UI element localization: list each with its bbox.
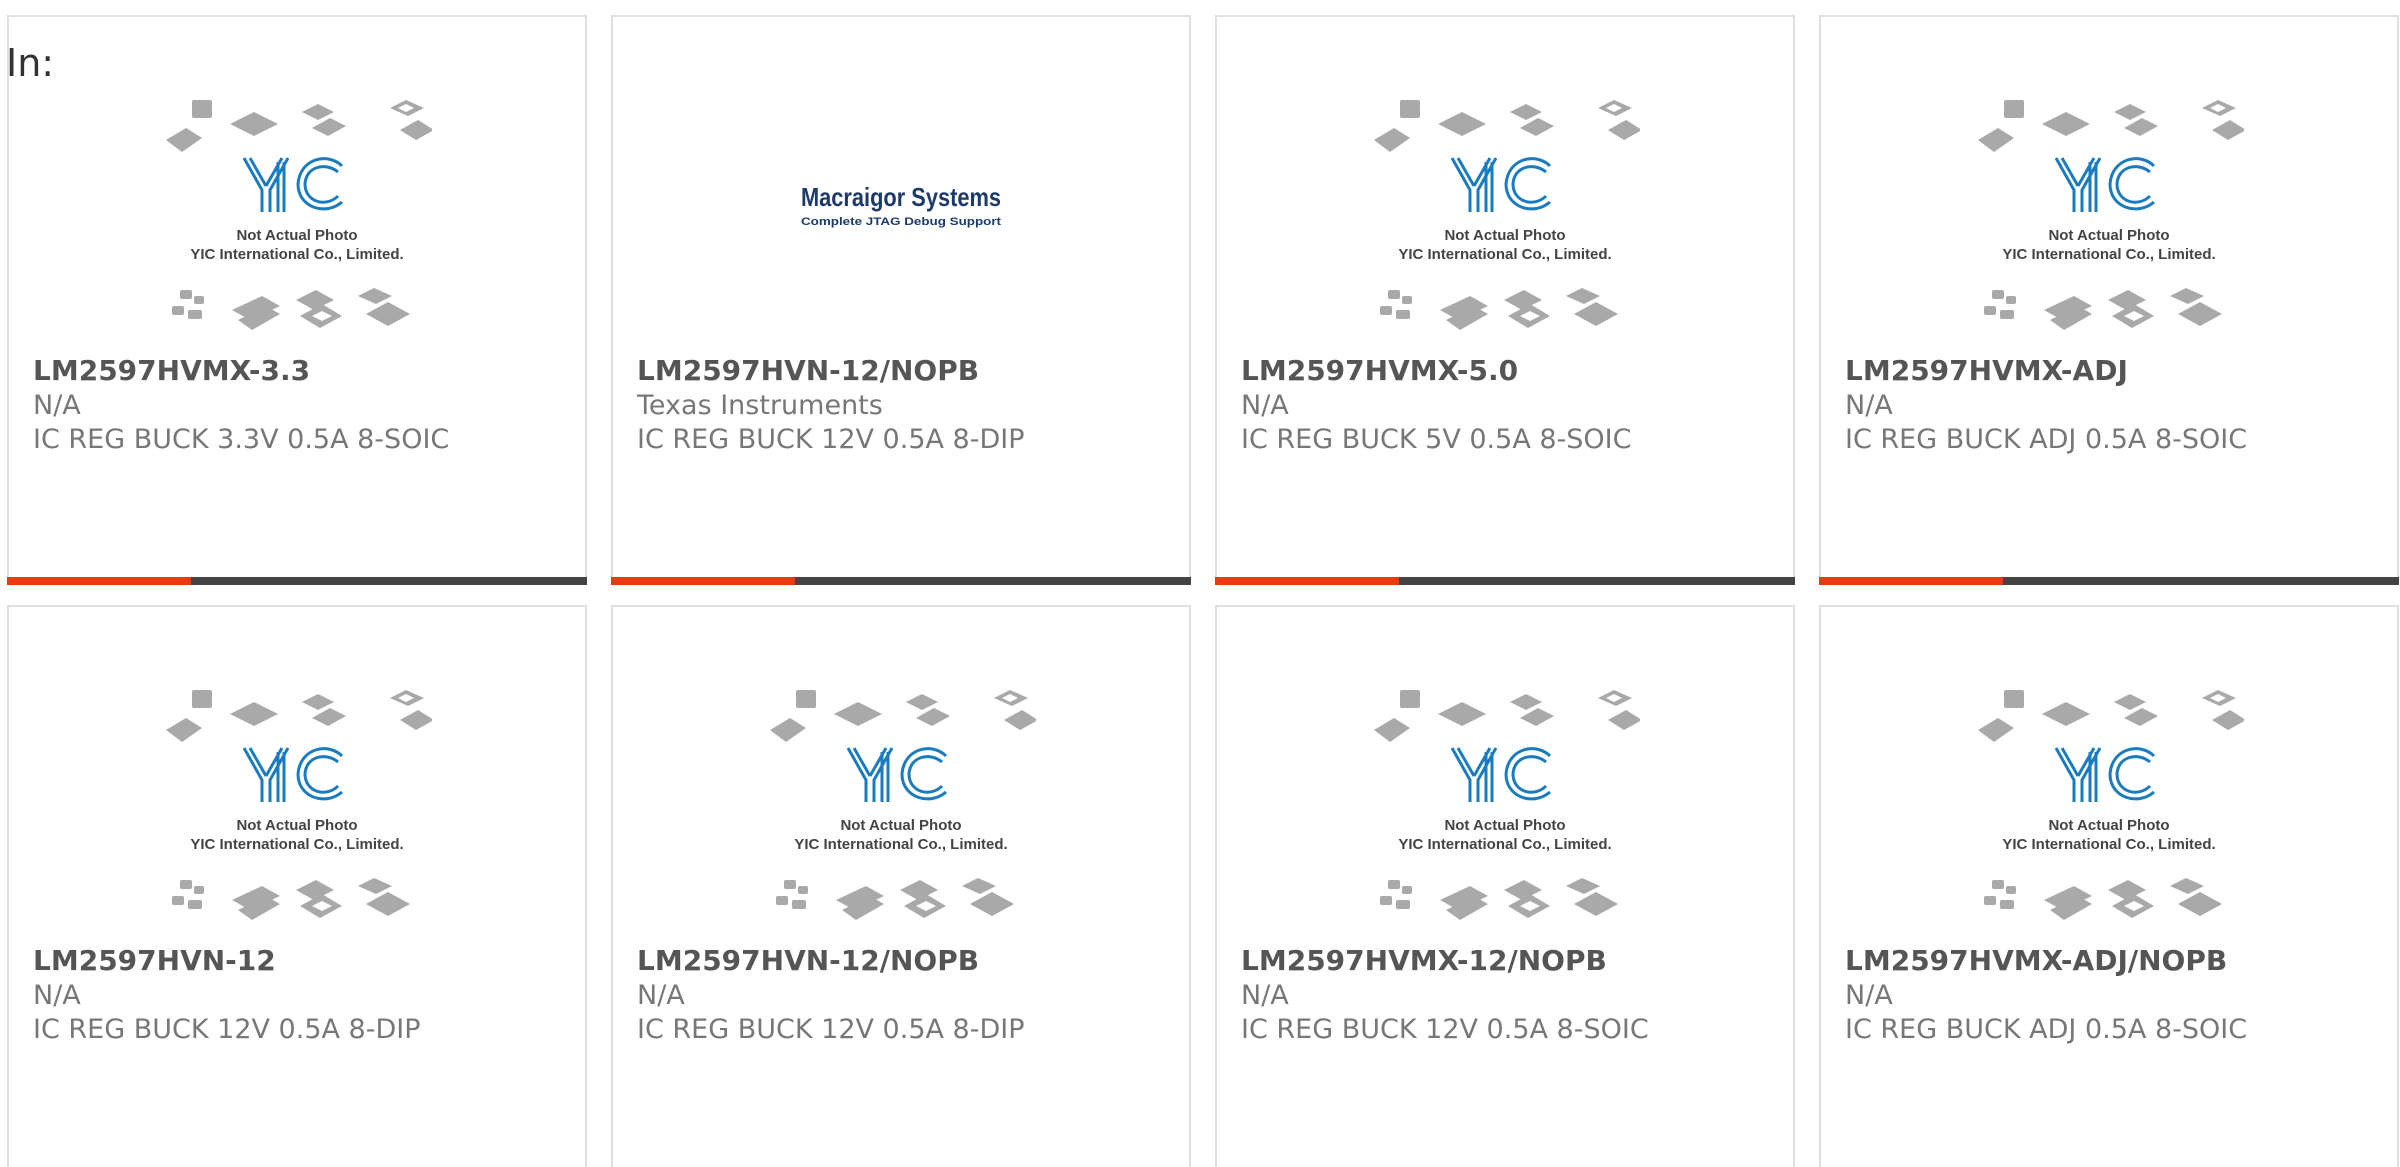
- part-number-link[interactable]: LM2597HVMX-12/NOPB: [1241, 947, 1607, 975]
- card-accent-bar: [1215, 577, 1399, 585]
- product-card[interactable]: Not Actual Photo YIC International Co., …: [1215, 15, 1795, 585]
- product-card[interactable]: Macraigor Systems Complete JTAG Debug Su…: [611, 15, 1191, 585]
- card-bottom-bar: [7, 577, 587, 585]
- product-thumbnail[interactable]: Macraigor Systems Complete JTAG Debug Su…: [613, 100, 1189, 360]
- yic-placeholder-image: Not Actual Photo YIC International Co., …: [166, 100, 432, 330]
- macraigor-logo-image: Macraigor Systems Complete JTAG Debug Su…: [801, 182, 1001, 228]
- manufacturer-text: Texas Instruments: [637, 390, 883, 421]
- yic-placeholder-image: Not Actual Photo YIC International Co., …: [770, 690, 1036, 920]
- product-thumbnail[interactable]: Not Actual Photo YIC International Co., …: [1217, 690, 1793, 950]
- brand-name: Macraigor Systems: [801, 182, 1001, 212]
- placeholder-line2: YIC International Co., Limited.: [1398, 836, 1611, 853]
- product-thumbnail[interactable]: Not Actual Photo YIC International Co., …: [9, 690, 585, 950]
- product-grid: Not Actual Photo YIC International Co., …: [7, 15, 2400, 1167]
- filter-in-label: In:: [6, 41, 55, 85]
- description-text: IC REG BUCK 3.3V 0.5A 8-SOIC: [33, 424, 450, 455]
- description-text: IC REG BUCK ADJ 0.5A 8-SOIC: [1845, 1014, 2248, 1045]
- yic-placeholder-image: Not Actual Photo YIC International Co., …: [166, 690, 432, 920]
- manufacturer-text: N/A: [637, 980, 685, 1011]
- yic-placeholder-image: Not Actual Photo YIC International Co., …: [1978, 690, 2244, 920]
- placeholder-line1: Not Actual Photo: [1444, 227, 1565, 244]
- manufacturer-text: N/A: [33, 390, 81, 421]
- description-text: IC REG BUCK 12V 0.5A 8-SOIC: [1241, 1014, 1649, 1045]
- card-accent-bar: [1819, 577, 2003, 585]
- part-number-link[interactable]: LM2597HVMX-ADJ/NOPB: [1845, 947, 2227, 975]
- product-thumbnail[interactable]: Not Actual Photo YIC International Co., …: [1821, 690, 2397, 950]
- description-text: IC REG BUCK 12V 0.5A 8-DIP: [637, 424, 1025, 455]
- product-card[interactable]: Not Actual Photo YIC International Co., …: [1819, 15, 2399, 585]
- product-card[interactable]: Not Actual Photo YIC International Co., …: [7, 15, 587, 585]
- product-card[interactable]: Not Actual Photo YIC International Co., …: [611, 605, 1191, 1167]
- product-card[interactable]: Not Actual Photo YIC International Co., …: [1215, 605, 1795, 1167]
- manufacturer-text: N/A: [1845, 390, 1893, 421]
- part-number-link[interactable]: LM2597HVMX-3.3: [33, 357, 310, 385]
- description-text: IC REG BUCK 12V 0.5A 8-DIP: [637, 1014, 1025, 1045]
- card-accent-bar: [611, 577, 795, 585]
- part-number-link[interactable]: LM2597HVN-12: [33, 947, 276, 975]
- product-card[interactable]: Not Actual Photo YIC International Co., …: [7, 605, 587, 1167]
- card-bottom-bar: [1215, 577, 1795, 585]
- yic-placeholder-image: Not Actual Photo YIC International Co., …: [1374, 100, 1640, 330]
- manufacturer-text: N/A: [33, 980, 81, 1011]
- part-number-link[interactable]: LM2597HVN-12/NOPB: [637, 947, 979, 975]
- placeholder-line2: YIC International Co., Limited.: [190, 246, 403, 263]
- brand-tagline: Complete JTAG Debug Support: [801, 216, 1001, 228]
- placeholder-line1: Not Actual Photo: [2048, 817, 2169, 834]
- placeholder-line1: Not Actual Photo: [2048, 227, 2169, 244]
- description-text: IC REG BUCK 12V 0.5A 8-DIP: [33, 1014, 421, 1045]
- manufacturer-text: N/A: [1845, 980, 1893, 1011]
- placeholder-line2: YIC International Co., Limited.: [1398, 246, 1611, 263]
- part-number-link[interactable]: LM2597HVN-12/NOPB: [637, 357, 979, 385]
- placeholder-line2: YIC International Co., Limited.: [2002, 246, 2215, 263]
- placeholder-line1: Not Actual Photo: [840, 817, 961, 834]
- placeholder-line2: YIC International Co., Limited.: [2002, 836, 2215, 853]
- placeholder-line1: Not Actual Photo: [236, 817, 357, 834]
- product-card[interactable]: Not Actual Photo YIC International Co., …: [1819, 605, 2399, 1167]
- yic-placeholder-image: Not Actual Photo YIC International Co., …: [1374, 690, 1640, 920]
- product-thumbnail[interactable]: Not Actual Photo YIC International Co., …: [613, 690, 1189, 950]
- product-thumbnail[interactable]: Not Actual Photo YIC International Co., …: [1217, 100, 1793, 360]
- manufacturer-text: N/A: [1241, 390, 1289, 421]
- product-thumbnail[interactable]: Not Actual Photo YIC International Co., …: [9, 100, 585, 360]
- part-number-link[interactable]: LM2597HVMX-ADJ: [1845, 357, 2128, 385]
- yic-placeholder-image: Not Actual Photo YIC International Co., …: [1978, 100, 2244, 330]
- card-accent-bar: [7, 577, 191, 585]
- card-bottom-bar: [611, 577, 1191, 585]
- manufacturer-text: N/A: [1241, 980, 1289, 1011]
- placeholder-line1: Not Actual Photo: [236, 227, 357, 244]
- card-bottom-bar: [1819, 577, 2399, 585]
- description-text: IC REG BUCK ADJ 0.5A 8-SOIC: [1845, 424, 2248, 455]
- description-text: IC REG BUCK 5V 0.5A 8-SOIC: [1241, 424, 1632, 455]
- placeholder-line2: YIC International Co., Limited.: [794, 836, 1007, 853]
- product-results-page: In: Not Actual Photo YIC International C…: [0, 0, 2400, 1167]
- part-number-link[interactable]: LM2597HVMX-5.0: [1241, 357, 1518, 385]
- placeholder-line2: YIC International Co., Limited.: [190, 836, 403, 853]
- placeholder-line1: Not Actual Photo: [1444, 817, 1565, 834]
- product-thumbnail[interactable]: Not Actual Photo YIC International Co., …: [1821, 100, 2397, 360]
